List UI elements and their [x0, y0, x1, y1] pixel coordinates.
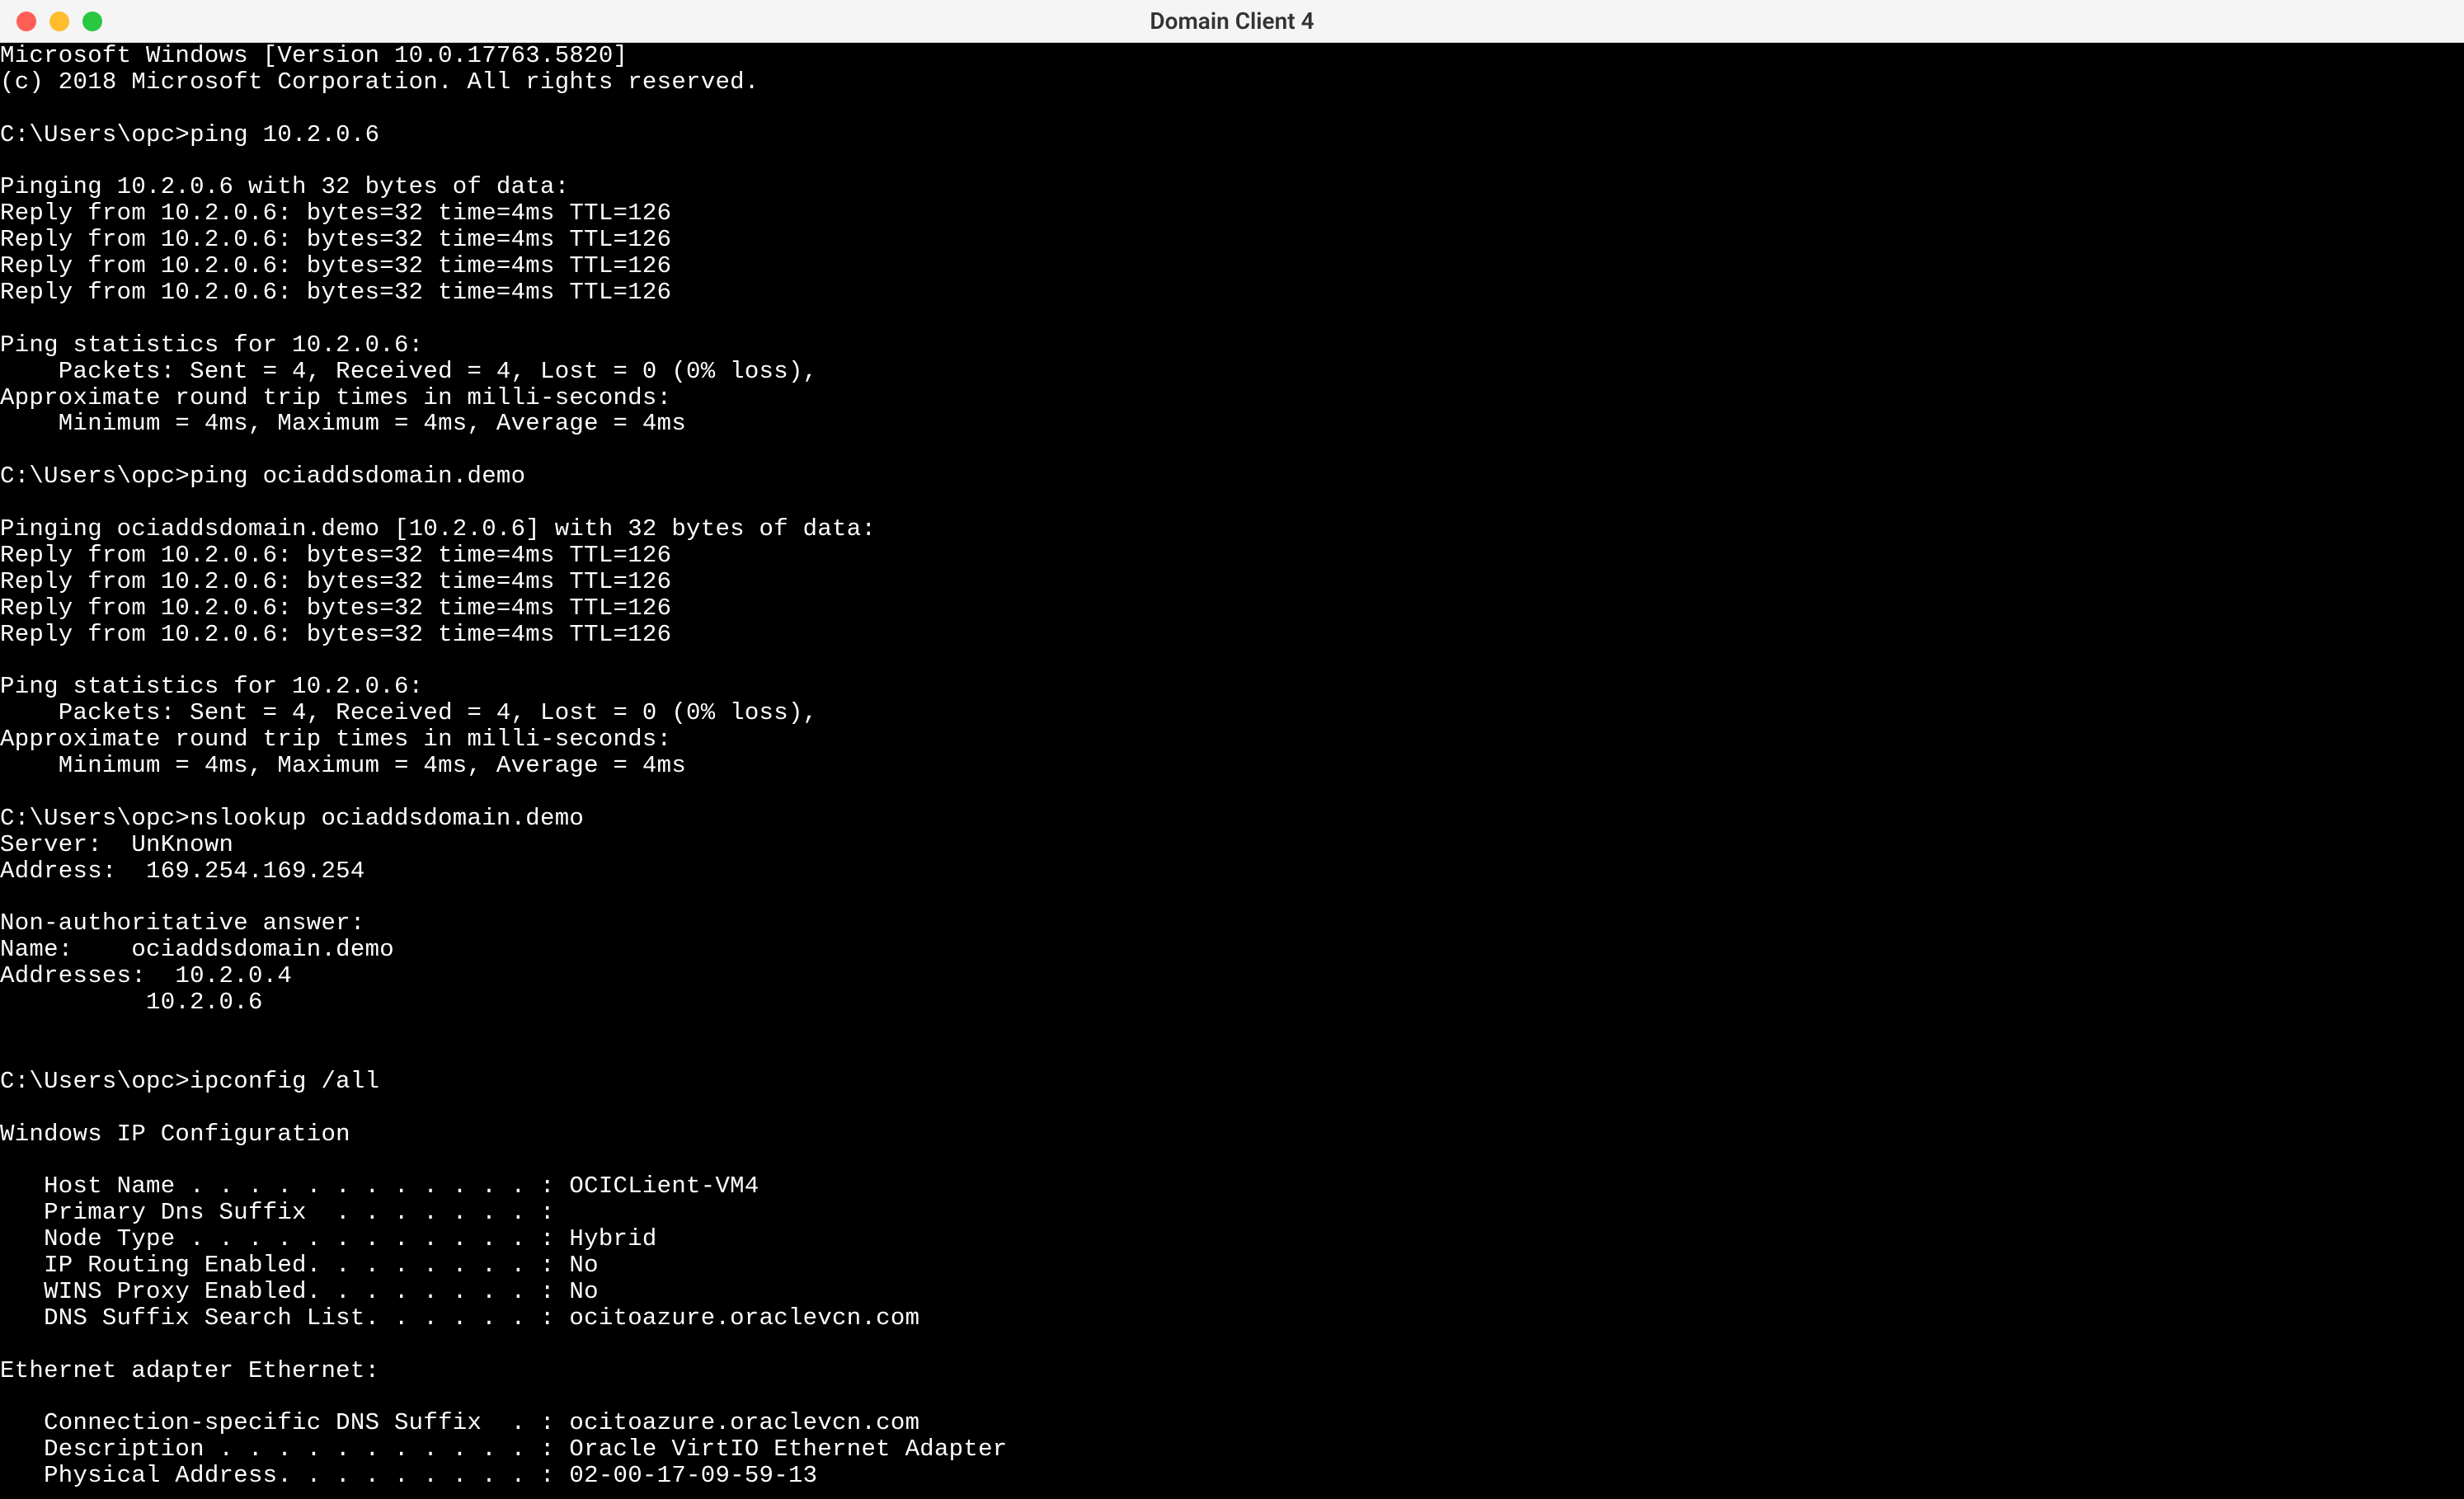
terminal-line: Microsoft Windows [Version 10.0.17763.58…	[0, 43, 2464, 69]
terminal-line: Ethernet adapter Ethernet:	[0, 1358, 2464, 1384]
terminal-line: Address: 169.254.169.254	[0, 858, 2464, 885]
terminal-line	[0, 1147, 2464, 1173]
terminal-line: DNS Suffix Search List. . . . . . : ocit…	[0, 1305, 2464, 1332]
terminal-line: Description . . . . . . . . . . . : Orac…	[0, 1436, 2464, 1463]
window-title: Domain Client 4	[1150, 7, 1314, 35]
terminal-line	[0, 779, 2464, 806]
terminal-line	[0, 1095, 2464, 1121]
terminal-line: Reply from 10.2.0.6: bytes=32 time=4ms T…	[0, 543, 2464, 569]
terminal-line: IP Routing Enabled. . . . . . . . : No	[0, 1252, 2464, 1279]
terminal-line: Physical Address. . . . . . . . . : 02-0…	[0, 1463, 2464, 1489]
window-container: Domain Client 4 Microsoft Windows [Versi…	[0, 0, 2464, 1499]
terminal-line: Reply from 10.2.0.6: bytes=32 time=4ms T…	[0, 253, 2464, 280]
terminal-line: Primary Dns Suffix . . . . . . . :	[0, 1200, 2464, 1226]
terminal-line: Pinging 10.2.0.6 with 32 bytes of data:	[0, 174, 2464, 200]
traffic-lights	[16, 12, 102, 31]
terminal-line: Connection-specific DNS Suffix . : ocito…	[0, 1410, 2464, 1436]
terminal-line	[0, 96, 2464, 122]
terminal-line	[0, 306, 2464, 332]
terminal-line	[0, 1016, 2464, 1042]
terminal-line: Ping statistics for 10.2.0.6:	[0, 674, 2464, 700]
minimize-button[interactable]	[49, 12, 69, 31]
terminal-line: Name: ociaddsdomain.demo	[0, 937, 2464, 963]
terminal-line: WINS Proxy Enabled. . . . . . . . : No	[0, 1279, 2464, 1305]
terminal-line: Reply from 10.2.0.6: bytes=32 time=4ms T…	[0, 569, 2464, 595]
maximize-button[interactable]	[82, 12, 102, 31]
terminal-line: Reply from 10.2.0.6: bytes=32 time=4ms T…	[0, 595, 2464, 622]
terminal-line: Minimum = 4ms, Maximum = 4ms, Average = …	[0, 753, 2464, 779]
terminal-line: Pinging ociaddsdomain.demo [10.2.0.6] wi…	[0, 516, 2464, 543]
terminal-line: Node Type . . . . . . . . . . . . : Hybr…	[0, 1226, 2464, 1252]
terminal-line: Packets: Sent = 4, Received = 4, Lost = …	[0, 359, 2464, 385]
titlebar[interactable]: Domain Client 4	[0, 0, 2464, 43]
terminal-output[interactable]: Microsoft Windows [Version 10.0.17763.58…	[0, 43, 2464, 1499]
terminal-line	[0, 490, 2464, 516]
terminal-line	[0, 1384, 2464, 1410]
terminal-line: Non-authoritative answer:	[0, 910, 2464, 937]
terminal-line	[0, 437, 2464, 463]
terminal-line: Reply from 10.2.0.6: bytes=32 time=4ms T…	[0, 280, 2464, 306]
terminal-line: Ping statistics for 10.2.0.6:	[0, 332, 2464, 359]
terminal-line: C:\Users\opc>nslookup ociaddsdomain.demo	[0, 806, 2464, 832]
terminal-line: 10.2.0.6	[0, 989, 2464, 1016]
terminal-line	[0, 1332, 2464, 1358]
terminal-line: Approximate round trip times in milli-se…	[0, 726, 2464, 753]
terminal-line: (c) 2018 Microsoft Corporation. All righ…	[0, 69, 2464, 96]
terminal-line: Reply from 10.2.0.6: bytes=32 time=4ms T…	[0, 622, 2464, 648]
terminal-line: Minimum = 4ms, Maximum = 4ms, Average = …	[0, 411, 2464, 437]
terminal-line: Packets: Sent = 4, Received = 4, Lost = …	[0, 700, 2464, 726]
terminal-line: Host Name . . . . . . . . . . . . : OCIC…	[0, 1173, 2464, 1200]
terminal-line: C:\Users\opc>ipconfig /all	[0, 1069, 2464, 1095]
terminal-line: Windows IP Configuration	[0, 1121, 2464, 1148]
terminal-line: C:\Users\opc>ping 10.2.0.6	[0, 122, 2464, 148]
terminal-line	[0, 885, 2464, 911]
terminal-line: Reply from 10.2.0.6: bytes=32 time=4ms T…	[0, 227, 2464, 253]
close-button[interactable]	[16, 12, 36, 31]
terminal-line	[0, 647, 2464, 674]
terminal-line: Approximate round trip times in milli-se…	[0, 385, 2464, 411]
terminal-line: C:\Users\opc>ping ociaddsdomain.demo	[0, 463, 2464, 490]
terminal-line	[0, 1042, 2464, 1069]
terminal-line	[0, 148, 2464, 175]
terminal-line: Reply from 10.2.0.6: bytes=32 time=4ms T…	[0, 200, 2464, 227]
terminal-line: Addresses: 10.2.0.4	[0, 963, 2464, 989]
terminal-line: Server: UnKnown	[0, 832, 2464, 858]
